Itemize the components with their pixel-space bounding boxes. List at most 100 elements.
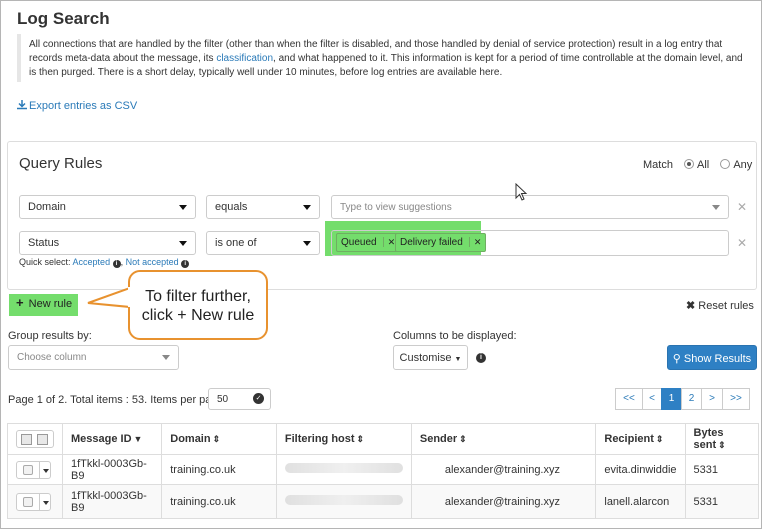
sort-desc-icon: ▼: [133, 434, 143, 444]
page-title: Log Search: [17, 9, 110, 28]
sender-value: alexander@training.xyz: [444, 495, 560, 508]
tag-delivery-failed: Delivery failed ✕: [395, 233, 487, 252]
log-table: Message ID ▼ Domain ⇕ Filtering host ⇕ Send…: [7, 423, 760, 519]
col-sender-label: Sender: [419, 433, 458, 445]
chevron-down-icon: [303, 241, 311, 246]
info-icon[interactable]: i: [476, 350, 486, 363]
reset-rules-button[interactable]: ✖ Reset rules: [686, 299, 754, 312]
row-select-control[interactable]: [16, 460, 51, 479]
check-circle-icon[interactable]: ✓: [253, 393, 264, 404]
col-bytes-sent[interactable]: Bytes sent ⇕: [684, 423, 760, 455]
group-by-placeholder: Choose column: [17, 352, 87, 363]
domain-value: training.co.uk: [170, 495, 236, 508]
row-menu-dropdown[interactable]: [39, 493, 51, 510]
table-header-row: Message ID ▼ Domain ⇕ Filtering host ⇕ Send…: [7, 423, 760, 455]
col-message-id[interactable]: Message ID ▼: [61, 423, 163, 455]
rule1-field-select[interactable]: Domain: [19, 195, 196, 219]
new-rule-button[interactable]: + New rule: [9, 294, 78, 316]
tag-queued: Queued ✕: [336, 233, 401, 252]
customise-button[interactable]: Customise ▼: [393, 345, 468, 370]
items-per-page-value: 50: [217, 394, 229, 405]
mouse-pointer-icon: [515, 183, 528, 201]
sort-icon: ⇕: [212, 434, 221, 444]
plus-icon: +: [16, 295, 24, 310]
select-all-header[interactable]: [7, 423, 63, 455]
sender-value: alexander@training.xyz: [444, 463, 560, 476]
col-filtering-host[interactable]: Filtering host ⇕: [275, 423, 412, 455]
col-recipient[interactable]: Recipient ⇕: [595, 423, 686, 455]
download-icon: [17, 100, 27, 110]
remove-rule1-icon[interactable]: ✕: [737, 200, 747, 214]
rule2-operator-select[interactable]: is one of: [206, 231, 320, 255]
page-1-button[interactable]: 1: [661, 388, 682, 410]
columns-label: Columns to be displayed:: [393, 330, 517, 342]
match-control: Match All Any: [643, 159, 752, 171]
sender-cell: alexander@training.xyz: [410, 484, 597, 519]
message-id-cell: 1fTkkl-0003Gb-B9: [61, 484, 163, 519]
quick-select: Quick select: Accepted i, Not accepted i: [19, 257, 190, 268]
remove-rule2-icon[interactable]: ✕: [737, 236, 747, 250]
select-all-control[interactable]: [16, 430, 54, 448]
close-icon: ✖: [686, 300, 696, 312]
classification-link[interactable]: classification: [216, 53, 273, 64]
page-summary: Page 1 of 2. Total items : 53. Items per…: [8, 394, 227, 406]
match-any-radio[interactable]: [720, 159, 731, 169]
info-icon[interactable]: i: [181, 260, 190, 268]
table-row[interactable]: 1fTkkl-0003Gb-B9 training.co.uk alexande…: [7, 454, 760, 485]
rule2-field-select[interactable]: Status: [19, 231, 196, 255]
col-domain-label: Domain: [170, 433, 211, 445]
reset-rules-label: Reset rules: [698, 300, 754, 312]
row-select-cell: [7, 454, 63, 485]
rule1-value-input[interactable]: Type to view suggestions: [331, 195, 729, 219]
message-id-cell: 1fTkkl-0003Gb-B9: [61, 454, 163, 485]
copy-icon: [37, 434, 48, 445]
chevron-down-icon: [179, 205, 187, 210]
col-domain[interactable]: Domain ⇕: [161, 423, 277, 455]
col-message-id-label: Message ID: [71, 433, 132, 445]
match-all-radio[interactable]: [684, 159, 695, 169]
recipient-cell: lanell.alarcon: [595, 484, 686, 519]
row-select-cell: [7, 484, 63, 519]
table-row[interactable]: 1fTkkl-0003Gb-B9 training.co.uk alexande…: [7, 484, 760, 519]
row-menu-dropdown[interactable]: [39, 461, 51, 478]
search-icon: ⚲: [672, 353, 681, 365]
redacted-host: [284, 495, 403, 505]
page-description: All connections that are handled by the …: [17, 34, 745, 82]
checkbox-icon: [21, 434, 32, 445]
new-rule-label: New rule: [28, 298, 73, 310]
remove-tag-queued-icon[interactable]: ✕: [382, 237, 396, 247]
checkbox[interactable]: [23, 496, 33, 507]
last-page-button[interactable]: >>: [722, 388, 750, 410]
row-select-control[interactable]: [16, 492, 51, 511]
bytes-cell: 5331: [684, 484, 760, 519]
prev-page-button[interactable]: <: [642, 388, 662, 410]
rule2-operator-value: is one of: [215, 237, 257, 249]
domain-cell: training.co.uk: [161, 454, 277, 485]
info-icon[interactable]: i: [112, 260, 121, 268]
rule1-operator-value: equals: [215, 201, 248, 213]
domain-cell: training.co.uk: [161, 484, 277, 519]
caret-down-icon: ▼: [454, 356, 462, 363]
match-any-label: Any: [733, 159, 753, 171]
items-per-page-input[interactable]: 50 ✓: [208, 388, 271, 410]
show-results-button[interactable]: ⚲ Show Results: [667, 345, 757, 370]
filtering-host-cell: [275, 484, 412, 519]
group-by-select[interactable]: Choose column: [8, 345, 179, 370]
col-recipient-label: Recipient: [604, 433, 654, 445]
col-sender[interactable]: Sender ⇕: [410, 423, 597, 455]
page-2-button[interactable]: 2: [681, 388, 702, 410]
remove-tag-delivery-failed-icon[interactable]: ✕: [468, 237, 482, 247]
sender-cell: alexander@training.xyz: [410, 454, 597, 485]
quick-accepted-link[interactable]: Accepted: [73, 257, 111, 267]
sort-icon: ⇕: [718, 440, 726, 450]
rule1-operator-select[interactable]: equals: [206, 195, 320, 219]
sort-icon: ⇕: [655, 434, 664, 444]
redacted-host: [284, 463, 403, 473]
export-csv-link[interactable]: Export entries as CSV: [17, 100, 137, 112]
tag-queued-label: Queued: [341, 237, 377, 248]
next-page-button[interactable]: >: [701, 388, 723, 410]
first-page-button[interactable]: <<: [615, 388, 643, 410]
checkbox[interactable]: [23, 464, 33, 475]
quick-not-accepted-link[interactable]: Not accepted: [126, 257, 179, 267]
sort-icon: ⇕: [459, 434, 467, 444]
